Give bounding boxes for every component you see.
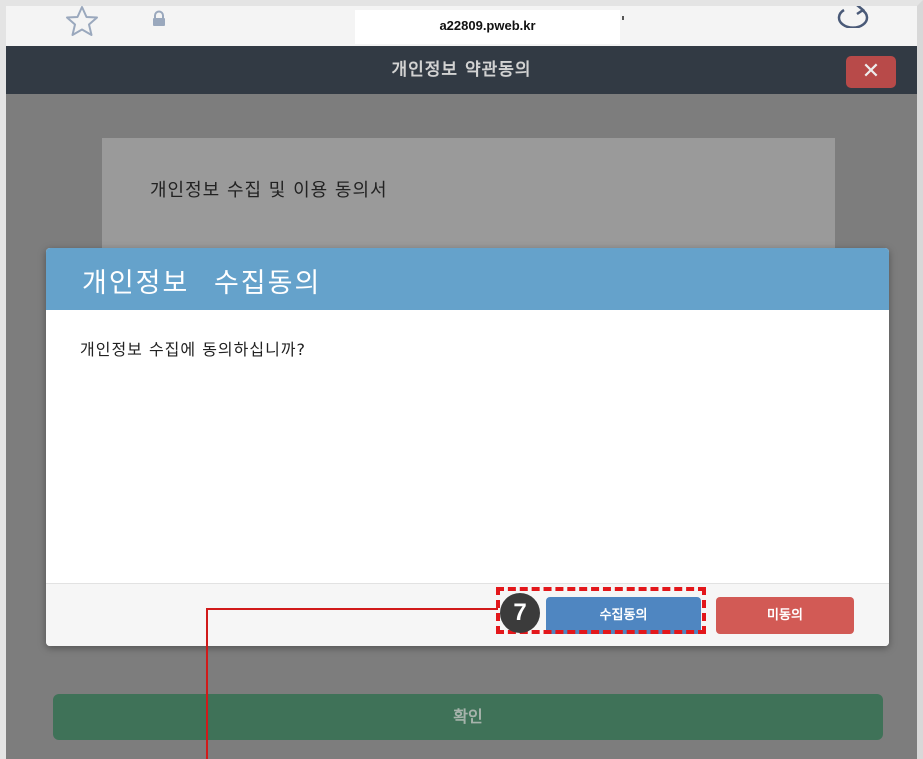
modal-title: 개인정보 수집동의: [82, 268, 322, 299]
confirm-button[interactable]: 확인: [53, 694, 883, 740]
refresh-icon[interactable]: [826, 2, 882, 28]
url-bar-divider: [622, 16, 624, 20]
disagree-button-label: 미동의: [767, 608, 803, 623]
terms-card: 개인정보 수집 및 이용 동의서: [102, 138, 835, 258]
modal-header: 개인정보 수집동의: [46, 248, 889, 310]
close-button[interactable]: ✕: [846, 56, 896, 88]
close-icon: ✕: [861, 59, 881, 84]
bookmark-star-icon[interactable]: [62, 4, 102, 38]
modal-message: 개인정보 수집에 동의하십니까?: [80, 340, 307, 359]
confirm-button-label: 확인: [453, 707, 483, 726]
lock-icon: [153, 10, 165, 26]
terms-title: 개인정보 수집 및 이용 동의서: [150, 180, 388, 201]
consent-modal: 개인정보 수집동의 개인정보 수집에 동의하십니까? 수집동의 미동의: [46, 248, 889, 646]
url-text: a22809.pweb.kr: [439, 18, 536, 33]
step-number-badge: 7: [500, 593, 540, 633]
disagree-button[interactable]: 미동의: [716, 597, 854, 634]
callout-line-horizontal: [206, 608, 498, 610]
page-title: 개인정보 약관동의: [391, 60, 532, 80]
app-header: 개인정보 약관동의: [0, 46, 923, 94]
browser-toolbar: a22809.pweb.kr: [0, 0, 923, 46]
callout-line-vertical: [206, 608, 208, 759]
